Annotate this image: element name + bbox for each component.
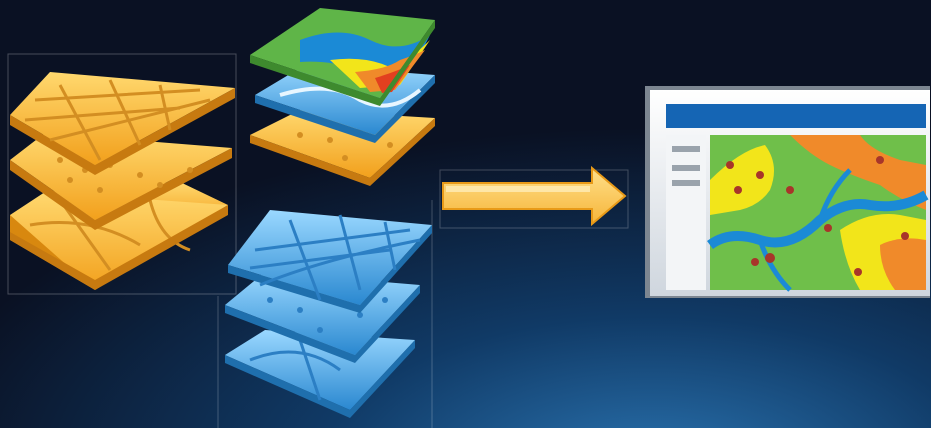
diagram-scene <box>0 0 931 428</box>
app-sidebar <box>666 135 706 290</box>
sidebar-item <box>672 146 700 152</box>
sidebar-item <box>672 180 700 186</box>
app-titlebar <box>666 104 926 128</box>
scene-svg <box>0 0 931 428</box>
map-view <box>707 135 929 292</box>
sidebar-item <box>672 165 700 171</box>
app-window <box>645 86 930 298</box>
